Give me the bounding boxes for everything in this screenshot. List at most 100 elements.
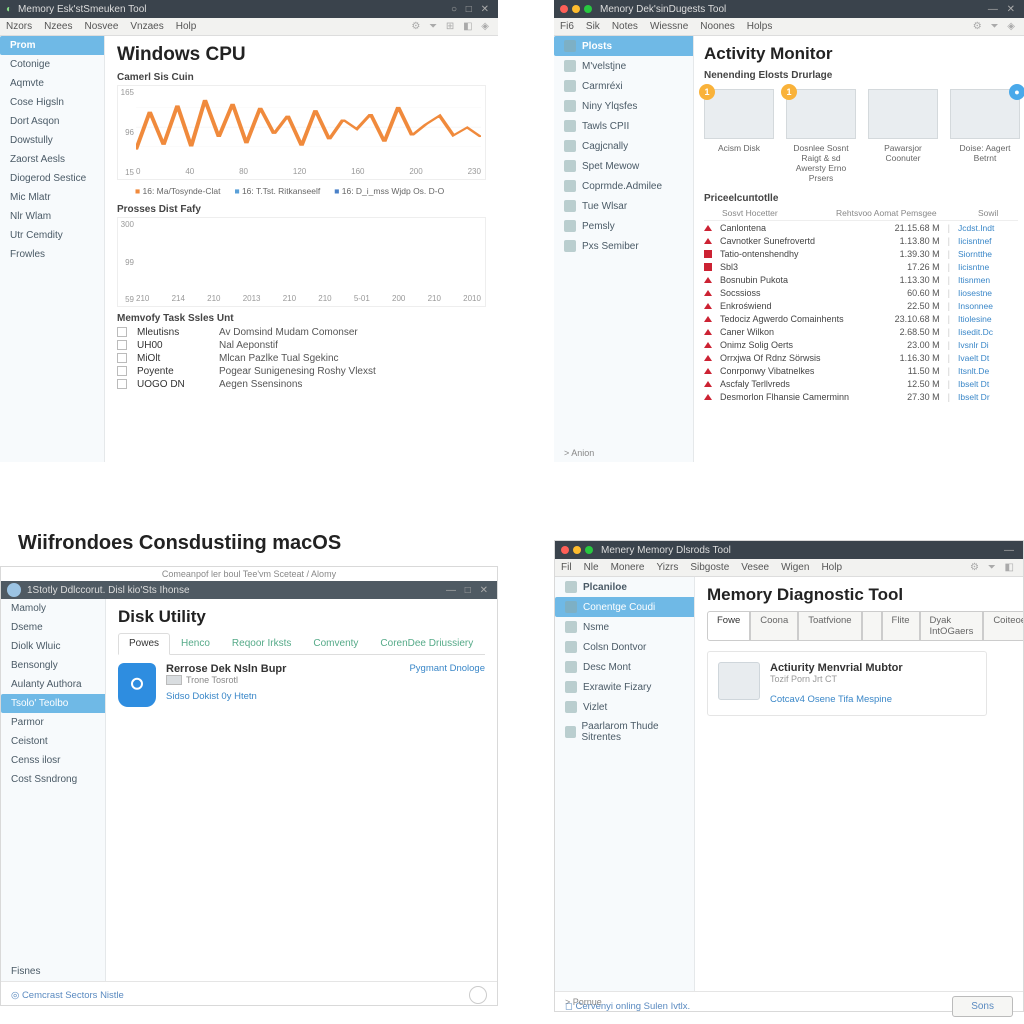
tab[interactable]: Comventy xyxy=(302,633,369,654)
sidebar-item[interactable]: Censs ilosr xyxy=(1,751,105,770)
sidebar-item[interactable]: M'velstjne xyxy=(554,56,693,76)
titlebar[interactable]: Menory Dek'sinDugests Tool — ✕ xyxy=(554,0,1024,18)
tab[interactable]: Coiteoer xyxy=(983,611,1023,641)
titlebar[interactable]: Menery Memory Dlsrods Tool — xyxy=(555,541,1023,559)
sidebar-item[interactable]: Carmréxi xyxy=(554,76,693,96)
process-row[interactable]: Orrxjwa Of Rdnz Sörwsis1.16.30 M|Ivaelt … xyxy=(704,351,1018,364)
menu-item[interactable]: Nzees xyxy=(44,21,72,32)
toolbar-icons[interactable]: ⚙ ⏷ ◧ xyxy=(970,562,1017,573)
sidebar-item[interactable]: Utr Cemdity xyxy=(0,226,104,245)
menubar[interactable]: Fi6 Sik Notes Wiessne Noones Holps ⚙ ⏷ ◈ xyxy=(554,18,1024,36)
checkbox-icon[interactable] xyxy=(117,340,127,350)
sidebar-item[interactable]: Plcaniloe xyxy=(555,577,694,597)
menu-item[interactable]: Notes xyxy=(612,21,638,32)
checkbox-icon[interactable] xyxy=(117,379,127,389)
sidebar-item[interactable]: Ceistont xyxy=(1,732,105,751)
sidebar-item[interactable]: Pxs Semiber xyxy=(554,236,693,256)
process-row[interactable]: Onimz Solig Oerts23.00 M|Ivsnlr Di xyxy=(704,338,1018,351)
menu-item[interactable]: Vnzaes xyxy=(130,21,163,32)
process-row[interactable]: Cavnotker Sunefrovertd1.13.80 M|Iicisntn… xyxy=(704,234,1018,247)
process-row[interactable]: Caner Wilkon2.68.50 M|Iisedit.Dc xyxy=(704,325,1018,338)
sidebar-item[interactable]: Zaorst Aesls xyxy=(0,150,104,169)
task-row[interactable]: UH00Nal Aeponstif xyxy=(117,339,486,352)
sidebar-item[interactable]: Conentge Coudi xyxy=(555,597,694,617)
quick-card[interactable]: ●Doise: Aagert Betrnt xyxy=(950,89,1020,183)
menu-item[interactable]: Fi6 xyxy=(560,21,574,32)
tab[interactable]: Henco xyxy=(170,633,221,654)
sidebar-item[interactable]: Diolk Wluic xyxy=(1,637,105,656)
sidebar-item[interactable]: Mic Mlatr xyxy=(0,188,104,207)
titlebar[interactable]: ◐ Memory Esk'stSmeuken Tool ○ □ ✕ xyxy=(0,0,498,18)
sidebar-footer[interactable]: Fisnes xyxy=(1,962,105,981)
footer-icon[interactable] xyxy=(469,986,487,1004)
sidebar-item[interactable]: Nlr Wlam xyxy=(0,207,104,226)
task-row[interactable]: MiOltMlcan Pazlke Tual Sgekinc xyxy=(117,352,486,365)
tab[interactable]: Fowe xyxy=(707,611,750,641)
process-row[interactable]: Enkroświend22.50 M|Insonnee xyxy=(704,299,1018,312)
sidebar-item[interactable]: Tawls CPII xyxy=(554,116,693,136)
menu-item[interactable]: Holps xyxy=(747,21,773,32)
sidebar-item[interactable]: Nsme xyxy=(555,617,694,637)
sidebar-item[interactable]: Tsolo' Teolbo xyxy=(1,694,105,713)
sidebar-item[interactable]: Bensongly xyxy=(1,656,105,675)
window-controls[interactable]: ○ □ ✕ xyxy=(451,4,492,15)
disk-action[interactable]: Pygmant Dnologe xyxy=(409,663,485,674)
footer-link[interactable]: > Pornue xyxy=(565,997,602,1007)
process-row[interactable]: Sbl317.26 M|Iicisntne xyxy=(704,260,1018,273)
sidebar-item[interactable]: Tue Wlsar xyxy=(554,196,693,216)
task-row[interactable]: MleutisnsAv Domsind Mudam Comonser xyxy=(117,326,486,339)
task-row[interactable]: UOGO DNAegen Ssensinons xyxy=(117,378,486,391)
footer-link[interactable]: > Anion xyxy=(564,448,594,458)
sidebar-item[interactable]: Diogerod Sestice xyxy=(0,169,104,188)
sidebar-item[interactable]: Cose Higsln xyxy=(0,93,104,112)
menubar[interactable]: Nzors Nzees Nosvee Vnzaes Holp ⚙ ⏷ ⊞ ◧ ◈ xyxy=(0,18,498,36)
toolbar-icons[interactable]: ⚙ ⏷ ⊞ ◧ ◈ xyxy=(411,21,492,32)
menu-item[interactable]: Noones xyxy=(700,21,734,32)
process-row[interactable]: Desmоrlon Flhansie Camerminn27.30 M|Ibse… xyxy=(704,390,1018,403)
tab[interactable]: Reqoor Irksts xyxy=(221,633,302,654)
tab[interactable]: CorenDee Driussiery xyxy=(369,633,484,654)
sidebar-item[interactable]: Exrawite Fizary xyxy=(555,677,694,697)
sidebar-item[interactable]: Plosts xyxy=(554,36,693,56)
process-row[interactable]: Bosnubin Pukota1.13.30 M|Itisnmen xyxy=(704,273,1018,286)
sidebar-item[interactable]: Coprmde.Admilee xyxy=(554,176,693,196)
sidebar-item[interactable]: Niny Ylqsfes xyxy=(554,96,693,116)
sidebar-item[interactable]: Dort Asqon xyxy=(0,112,104,131)
tab[interactable]: Dyak IntOGaers xyxy=(920,611,984,641)
checkbox-icon[interactable] xyxy=(117,366,127,376)
sidebar-item[interactable]: Frowles xyxy=(0,245,104,264)
process-row[interactable]: Tatio-ontenshendhy1.39.30 M|Siorntthe xyxy=(704,247,1018,260)
sidebar-item[interactable]: Parmor xyxy=(1,713,105,732)
tab[interactable]: Flite xyxy=(882,611,920,641)
sidebar-item[interactable]: Colsn Dontvor xyxy=(555,637,694,657)
sidebar-item[interactable]: Aqmvte xyxy=(0,74,104,93)
sidebar-item[interactable]: Aulanty Authora xyxy=(1,675,105,694)
quick-card[interactable]: 1Acism Disk xyxy=(704,89,774,183)
sidebar-item[interactable]: Prom xyxy=(0,36,104,55)
checkbox-icon[interactable] xyxy=(117,353,127,363)
quick-card[interactable]: Pawarsjor Coonuter xyxy=(868,89,938,183)
process-row[interactable]: Ascfaly Terllvreds12.50 M|Ibselt Dt xyxy=(704,377,1018,390)
process-row[interactable]: Conrponwy Vibatnelkes11.50 M|Itsnlt.De xyxy=(704,364,1018,377)
sidebar-item[interactable]: Cagjcnally xyxy=(554,136,693,156)
submit-button[interactable]: Sons xyxy=(952,996,1013,1017)
tab[interactable]: Toatfvione xyxy=(798,611,861,641)
tab[interactable] xyxy=(862,611,882,641)
tab[interactable]: Powes xyxy=(118,633,170,655)
menu-item[interactable]: Nzors xyxy=(6,21,32,32)
sidebar-item[interactable]: Spet Mewow xyxy=(554,156,693,176)
menu-item[interactable]: Holp xyxy=(176,21,197,32)
menubar[interactable]: Fil Nle Monere Yizrs Sibgoste Vesee Wige… xyxy=(555,559,1023,577)
sidebar-item[interactable]: Dowstully xyxy=(0,131,104,150)
menu-item[interactable]: Nosvee xyxy=(84,21,118,32)
sidebar-item[interactable]: Cost Ssndrong xyxy=(1,770,105,789)
sidebar-item[interactable]: Vizlet xyxy=(555,697,694,717)
process-row[interactable]: Socssioss60.60 M|Iiosestne xyxy=(704,286,1018,299)
sidebar-item[interactable]: Paarlarom Thude Sitrentes xyxy=(555,717,694,747)
menu-item[interactable]: Wiessne xyxy=(650,21,688,32)
window-controls[interactable]: — ✕ xyxy=(988,4,1018,15)
card-link[interactable]: Cotcav4 Osene Tifa Mespine xyxy=(770,694,903,705)
task-row[interactable]: PoyentePogear Sunigenesing Roshy Vlexst xyxy=(117,365,486,378)
quick-card[interactable]: 1Dosnlee Sosnt Raigt & sd Awersty Erno P… xyxy=(786,89,856,183)
sidebar-item[interactable]: Cotonige xyxy=(0,55,104,74)
